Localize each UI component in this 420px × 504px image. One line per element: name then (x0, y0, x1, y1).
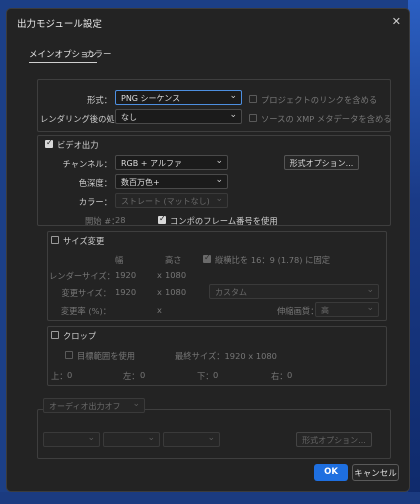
color-label: カラー： (78, 197, 112, 207)
crop-right-label: 右： (271, 371, 288, 381)
resize-checkbox[interactable] (51, 236, 59, 244)
resize-percent-label: 変更率 (%)： (60, 306, 111, 316)
chevron-down-icon: ⌄ (229, 110, 237, 120)
use-comp-frame-label: コンポのフレーム番号を使用 (170, 216, 278, 226)
include-xmp-label: ソースの XMP メタデータを含める (261, 114, 392, 124)
resize-height: 1080 (165, 287, 187, 297)
lock-aspect-label: 縦横比を 16：9 (1.78) に固定 (215, 255, 331, 265)
resize-to-label: 変更サイズ： (61, 288, 111, 298)
crop-top-label: 上： (51, 371, 68, 381)
color-value: ストレート (マットなし) (121, 197, 210, 206)
audio-channels-dropdown[interactable]: ⌄ (163, 432, 220, 447)
crop-left-label: 左： (123, 371, 140, 381)
cancel-button[interactable]: キャンセル (352, 464, 399, 481)
channel-label: チャンネル： (62, 159, 112, 169)
height-column-header: 高さ (165, 255, 182, 265)
chevron-down-icon: ⌄ (215, 175, 223, 185)
chevron-down-icon: ⌄ (132, 399, 140, 409)
resize-label: サイズ変更 (63, 236, 105, 246)
audio-rate-dropdown[interactable]: ⌄ (43, 432, 100, 447)
depth-dropdown[interactable]: 数百万色+ ⌄ (115, 174, 228, 189)
width-column-header: 幅 (115, 255, 124, 265)
lock-aspect-checkbox[interactable] (203, 253, 211, 263)
render-width: 1920 (115, 270, 137, 280)
postrender-label: レンダリング後の処理： (40, 114, 132, 124)
resize-x-symbol: x (157, 287, 162, 297)
color-dropdown[interactable]: ストレート (マットなし) ⌄ (115, 193, 228, 208)
include-project-link-checkbox[interactable] (249, 95, 257, 103)
render-height: 1080 (165, 270, 187, 280)
desktop-background-bottom (0, 492, 420, 504)
ok-button[interactable]: OK (314, 464, 348, 481)
include-project-link-label: プロジェクトのリンクを含める (261, 95, 378, 105)
depth-label: 色深度： (78, 178, 112, 188)
video-output-label: ビデオ出力 (57, 140, 99, 150)
resize-preset-value: カスタム (215, 288, 247, 297)
use-roi-checkbox[interactable] (65, 351, 73, 359)
postrender-dropdown[interactable]: なし ⌄ (115, 109, 242, 124)
audio-output-value: オーディオ出力オフ (49, 402, 121, 411)
include-xmp-checkbox[interactable] (249, 114, 257, 122)
chevron-down-icon: ⌄ (366, 285, 374, 295)
resize-width: 1920 (115, 287, 137, 297)
crop-label: クロップ (63, 331, 97, 341)
render-x-symbol: x (157, 270, 162, 280)
video-format-options-button[interactable]: 形式オプション... (284, 155, 359, 170)
title-bar: 出力モジュール設定 ✕ (7, 9, 409, 35)
chevron-down-icon: ⌄ (366, 303, 374, 313)
render-size-label: レンダーサイズ： (49, 271, 115, 281)
format-label: 形式： (87, 95, 112, 105)
crop-left-value: 0 (140, 370, 146, 380)
channel-value: RGB + アルファ (121, 159, 182, 168)
tab-color[interactable]: カラー (86, 48, 112, 60)
use-comp-frame-checkbox[interactable] (158, 214, 166, 224)
final-size-label: 最終サイズ：1920 x 1080 (175, 351, 277, 361)
audio-depth-dropdown[interactable]: ⌄ (103, 432, 160, 447)
video-output-checkbox[interactable] (45, 138, 53, 148)
percent-x-symbol: x (157, 305, 162, 315)
crop-right-value: 0 (287, 370, 293, 380)
chevron-down-icon: ⌄ (229, 91, 237, 101)
crop-checkbox[interactable] (51, 331, 59, 339)
channel-dropdown[interactable]: RGB + アルファ ⌄ (115, 155, 228, 170)
format-dropdown[interactable]: PNG シーケンス ⌄ (115, 90, 242, 105)
audio-format-options-button[interactable]: 形式オプション... (296, 432, 372, 447)
quality-value: 高 (321, 306, 329, 315)
quality-dropdown[interactable]: 高 ⌄ (315, 302, 379, 317)
crop-bottom-value: 0 (213, 370, 219, 380)
chevron-down-icon: ⌄ (215, 156, 223, 166)
chevron-down-icon: ⌄ (87, 433, 95, 443)
dialog-title: 出力モジュール設定 (17, 19, 102, 30)
start-value: 28 (115, 215, 126, 225)
depth-value: 数百万色+ (121, 178, 160, 187)
postrender-value: なし (121, 113, 137, 122)
resize-preset-dropdown[interactable]: カスタム ⌄ (209, 284, 379, 299)
output-module-dialog: 出力モジュール設定 ✕ メインオプション カラー 形式： PNG シーケンス ⌄… (6, 8, 410, 492)
chevron-down-icon: ⌄ (147, 433, 155, 443)
audio-output-dropdown[interactable]: オーディオ出力オフ ⌄ (43, 398, 145, 413)
format-value: PNG シーケンス (121, 94, 181, 103)
chevron-down-icon: ⌄ (215, 194, 223, 204)
crop-top-value: 0 (67, 370, 73, 380)
crop-bottom-label: 下： (197, 371, 214, 381)
chevron-down-icon: ⌄ (207, 433, 215, 443)
quality-label: 伸縮画質： (277, 306, 319, 316)
close-icon[interactable]: ✕ (392, 15, 401, 28)
use-roi-label: 目標範囲を使用 (77, 351, 136, 361)
